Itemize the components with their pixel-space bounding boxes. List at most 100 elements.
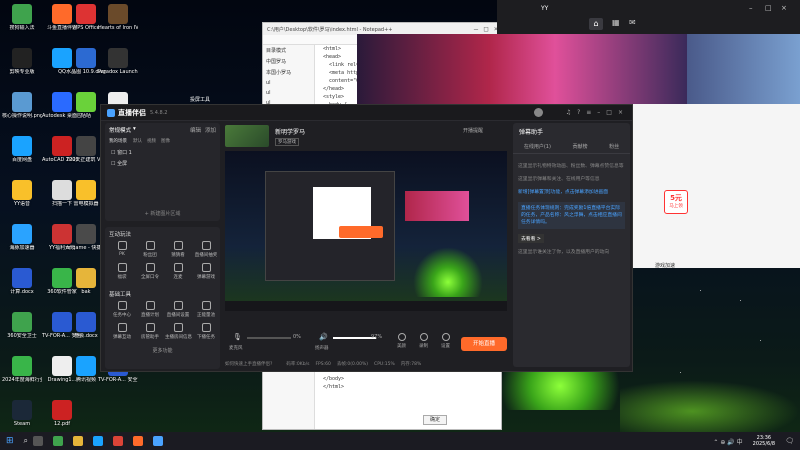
tree-item[interactable]: ul [263, 78, 314, 88]
right-tab[interactable]: 贡献榜 [573, 143, 588, 150]
tool-button[interactable]: 直播计划 [137, 301, 163, 318]
yy-topbar: YY ⌂ ▦ ✉ – □ × [497, 0, 800, 34]
desktop-shortcut[interactable]: 计算.docx [2, 266, 42, 308]
scene-tab[interactable]: 默认 [133, 139, 142, 144]
tool-button[interactable]: 弹幕互动 [109, 323, 135, 340]
shortcut-label: YY语音 [13, 201, 31, 207]
tool-button[interactable]: 房管助手 [137, 323, 163, 340]
tool-button[interactable]: 福袋 [109, 263, 135, 280]
close-icon[interactable]: × [781, 4, 787, 12]
grid-icon[interactable]: ▦ [612, 18, 620, 27]
stream-companion-window[interactable]: 直播伴侣 5.4.8.2 ♫ ? ≡ – □ × 常规模式 ▾ 编辑 添加 我的… [100, 104, 633, 372]
tool-button[interactable]: 粉丝团 [137, 241, 163, 258]
maximize-icon[interactable]: □ [484, 25, 488, 33]
tool-button[interactable]: 直播间设置 [165, 301, 191, 318]
tool-button[interactable]: 直播间抽奖 [193, 241, 219, 258]
tool-button[interactable]: 全屏口令 [137, 263, 163, 280]
tool-label: 下播任务 [197, 335, 215, 340]
minimize-icon[interactable]: – [597, 109, 600, 116]
tray-icons[interactable]: ⌃ ⊕ 🔊 中 [713, 437, 742, 446]
app-icon-1[interactable] [53, 436, 64, 446]
help-link[interactable]: 如何快速上手直播伴侣? [225, 361, 272, 371]
tree-item[interactable]: ul [263, 88, 314, 98]
stream-title[interactable]: 新明学罗马 [275, 127, 305, 136]
desktop-shortcut[interactable]: Hearts of Iron IV [98, 2, 138, 44]
desktop-shortcut[interactable]: 剪映专业版 [2, 46, 42, 88]
right-title: 弹幕助手 [519, 129, 544, 136]
more-features-button[interactable]: 更多功能 [105, 347, 220, 354]
tool-button[interactable]: 弹幕游戏 [193, 263, 219, 280]
desktop-shortcut[interactable]: 百度网盘 [2, 134, 42, 176]
tree-item[interactable]: 目录模式 [263, 45, 314, 56]
tool-icon [201, 301, 211, 310]
obs-reminder[interactable]: 开播提醒 [463, 127, 483, 134]
chrome-icon[interactable] [113, 436, 124, 446]
tool-button[interactable]: 猜猜看 [165, 241, 191, 258]
start-live-button[interactable]: 开始直播 [461, 337, 507, 351]
right-tab[interactable]: 粉丝 [609, 143, 619, 150]
close-icon[interactable]: × [618, 109, 623, 116]
douyu-icon[interactable] [133, 436, 144, 446]
notification-icon[interactable]: 🗨 [785, 437, 794, 445]
mic-icon[interactable]: 🎙 [233, 333, 242, 341]
desktop-shortcut[interactable]: Paradox Launcher v2 [98, 46, 138, 88]
mic-slider[interactable] [247, 337, 291, 339]
menu-icon[interactable]: ≡ [586, 109, 591, 116]
qq-icon[interactable] [93, 436, 104, 446]
audio-tool-button[interactable]: 美颜 [397, 333, 406, 349]
desktop-shortcut[interactable]: 核心操作说明.png [2, 90, 42, 132]
tool-button[interactable]: 连麦 [165, 263, 191, 280]
tool-button[interactable]: PK [109, 241, 135, 257]
chat-icon[interactable]: ✉ [629, 18, 636, 27]
search-icon[interactable]: ⌕ [24, 436, 28, 446]
tool-button[interactable]: 任务中心 [109, 301, 135, 318]
stream-cover[interactable] [225, 125, 269, 147]
tool-button[interactable]: 正能量池 [193, 301, 219, 318]
taskview-icon[interactable] [33, 436, 44, 446]
desktop-shortcut[interactable]: 海豚加速器 [2, 222, 42, 264]
scene-item[interactable]: ☐ 全屏 [105, 158, 220, 169]
avatar[interactable] [533, 108, 543, 117]
desktop-shortcut[interactable]: YY语音 [2, 178, 42, 220]
tool-button[interactable]: 主播房间信息 [165, 323, 192, 340]
folder-icon[interactable] [73, 436, 84, 446]
right-tab[interactable]: 在线用户(1) [524, 143, 551, 150]
stat-item: 码率:0Kb/s [286, 362, 310, 367]
headset-icon[interactable]: ♫ [566, 109, 571, 116]
mode-select[interactable]: 常规模式 [109, 126, 131, 134]
tool-button[interactable]: 下播任务 [193, 323, 219, 340]
stream-preview[interactable] [225, 151, 507, 311]
interact-title: 互动玩法 [109, 232, 132, 238]
speaker-icon[interactable]: 🔊 [319, 333, 328, 341]
audio-tool-button[interactable]: 录制 [419, 333, 428, 349]
add-scene-button[interactable]: + 新建图片区域 [105, 210, 220, 217]
view-more-link[interactable]: 去看看 > [518, 234, 544, 243]
shortcut-label: 搜狗输入法 [9, 25, 35, 31]
scene-tab[interactable]: 视频 [147, 139, 156, 144]
stream-tag[interactable]: 罗马游戏 [275, 138, 299, 146]
app-icon-2[interactable] [153, 436, 164, 446]
scene-tab[interactable]: 图像 [161, 139, 170, 144]
home-icon[interactable]: ⌂ [589, 18, 603, 30]
minimize-icon[interactable]: – [749, 4, 753, 12]
maximize-icon[interactable]: □ [765, 4, 772, 12]
ok-button[interactable]: 确定 [423, 415, 447, 425]
tree-item[interactable]: 本国小罗马 [263, 67, 314, 78]
help-icon[interactable]: ? [577, 109, 580, 116]
minimize-icon[interactable]: – [474, 25, 478, 33]
scene-item[interactable]: ☐ 窗口 1 [105, 147, 220, 158]
edit-button[interactable]: 编辑 [190, 126, 201, 134]
desktop-shortcut[interactable]: 搜狗输入法 [2, 2, 42, 44]
accel-label[interactable]: 游戏加速 [655, 262, 675, 269]
tree-item[interactable]: 中国罗马 [263, 56, 314, 67]
windows-start-icon[interactable]: ⊞ [6, 436, 14, 446]
audio-tool-button[interactable]: 设置 [441, 333, 450, 349]
clock[interactable]: 23:36 2025/6/8 [753, 435, 775, 447]
desktop-shortcut[interactable]: 360安全卫士 [2, 310, 42, 352]
taskbar: ⊞ ⌕ ⌃ ⊕ 🔊 中 23:36 2025/6/8 🗨 [0, 432, 800, 450]
maximize-icon[interactable]: □ [606, 109, 612, 116]
add-button[interactable]: 添加 [205, 126, 216, 134]
promo-badge[interactable]: 5元 马上领 [664, 190, 688, 214]
tool-label: 正能量池 [197, 313, 215, 318]
desktop-shortcut[interactable]: 2024年度海鲜行业 [2, 354, 42, 396]
